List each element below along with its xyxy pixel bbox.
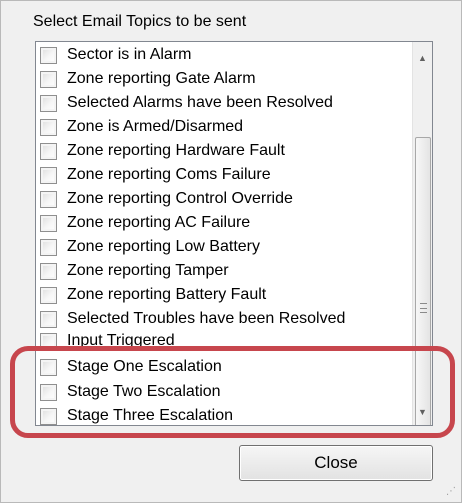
scrollbar-thumb[interactable] (415, 137, 431, 425)
grip-icon (420, 303, 427, 313)
topic-label: Zone reporting Hardware Fault (67, 142, 285, 159)
topic-label: Stage Two Escalation (67, 383, 221, 400)
topic-item-tamper[interactable]: Zone reporting Tamper (40, 259, 410, 283)
topic-item-troubles-resolved[interactable]: Selected Troubles have been Resolved (40, 307, 410, 331)
checkbox-icon[interactable] (40, 214, 57, 232)
topic-items: Sector is in Alarm Zone reporting Gate A… (36, 42, 412, 425)
topic-label: Zone reporting Gate Alarm (67, 70, 256, 87)
email-topics-dialog: Select Email Topics to be sent Sector is… (0, 0, 462, 503)
checkbox-icon[interactable] (40, 407, 57, 425)
topic-item-stage-three-escalation[interactable]: Stage Three Escalation (40, 404, 410, 425)
triangle-down-icon[interactable]: ▼ (413, 403, 432, 421)
checkbox-icon[interactable] (40, 310, 57, 328)
topic-label: Sector is in Alarm (67, 46, 192, 63)
triangle-up-icon[interactable]: ▲ (413, 49, 432, 67)
topic-item-input-triggered[interactable]: Input Triggered (40, 329, 410, 353)
topic-item-low-battery[interactable]: Zone reporting Low Battery (40, 235, 410, 259)
topic-label: Zone reporting Coms Failure (67, 166, 271, 183)
group-label: Select Email Topics to be sent (33, 13, 247, 30)
checkbox-icon[interactable] (40, 286, 57, 304)
topic-label: Zone reporting Control Override (67, 190, 293, 207)
topic-label: Zone is Armed/Disarmed (67, 118, 244, 135)
topic-label: Selected Troubles have been Resolved (67, 310, 346, 327)
close-button[interactable]: Close (239, 445, 433, 481)
topic-label: Zone reporting Battery Fault (67, 286, 267, 303)
topic-item-hardware-fault[interactable]: Zone reporting Hardware Fault (40, 139, 410, 163)
topic-item-stage-two-escalation[interactable]: Stage Two Escalation (40, 380, 410, 404)
topic-item-coms-failure[interactable]: Zone reporting Coms Failure (40, 163, 410, 187)
vertical-scrollbar[interactable]: ▲ ▼ (412, 42, 432, 425)
topic-item-armed-disarmed[interactable]: Zone is Armed/Disarmed (40, 115, 410, 139)
topic-item-alarms-resolved[interactable]: Selected Alarms have been Resolved (40, 91, 410, 115)
topic-label: Zone reporting Low Battery (67, 238, 260, 255)
checkbox-icon[interactable] (40, 262, 57, 280)
topic-label: Stage One Escalation (67, 358, 222, 375)
checkbox-icon[interactable] (40, 46, 57, 64)
topic-item-ac-failure[interactable]: Zone reporting AC Failure (40, 211, 410, 235)
checkbox-icon[interactable] (40, 332, 57, 350)
topic-label: Input Triggered (67, 332, 175, 349)
topic-item-control-override[interactable]: Zone reporting Control Override (40, 187, 410, 211)
topic-item-sector-alarm[interactable]: Sector is in Alarm (40, 43, 410, 67)
checkbox-icon[interactable] (40, 166, 57, 184)
checkbox-icon[interactable] (40, 190, 57, 208)
resize-grip-icon[interactable]: ⋰ (446, 487, 456, 497)
checkbox-icon[interactable] (40, 358, 57, 376)
checkbox-icon[interactable] (40, 383, 57, 401)
topic-label: Selected Alarms have been Resolved (67, 94, 333, 111)
topic-label: Zone reporting Tamper (67, 262, 229, 279)
topic-item-gate-alarm[interactable]: Zone reporting Gate Alarm (40, 67, 410, 91)
checkbox-icon[interactable] (40, 142, 57, 160)
topic-item-battery-fault[interactable]: Zone reporting Battery Fault (40, 283, 410, 307)
topic-item-stage-one-escalation[interactable]: Stage One Escalation (40, 355, 410, 379)
topic-label: Stage Three Escalation (67, 407, 234, 424)
checkbox-icon[interactable] (40, 94, 57, 112)
checkbox-icon[interactable] (40, 238, 57, 256)
checkbox-icon[interactable] (40, 70, 57, 88)
topic-label: Zone reporting AC Failure (67, 214, 251, 231)
checkbox-icon[interactable] (40, 118, 57, 136)
email-topics-list[interactable]: Sector is in Alarm Zone reporting Gate A… (35, 41, 433, 426)
